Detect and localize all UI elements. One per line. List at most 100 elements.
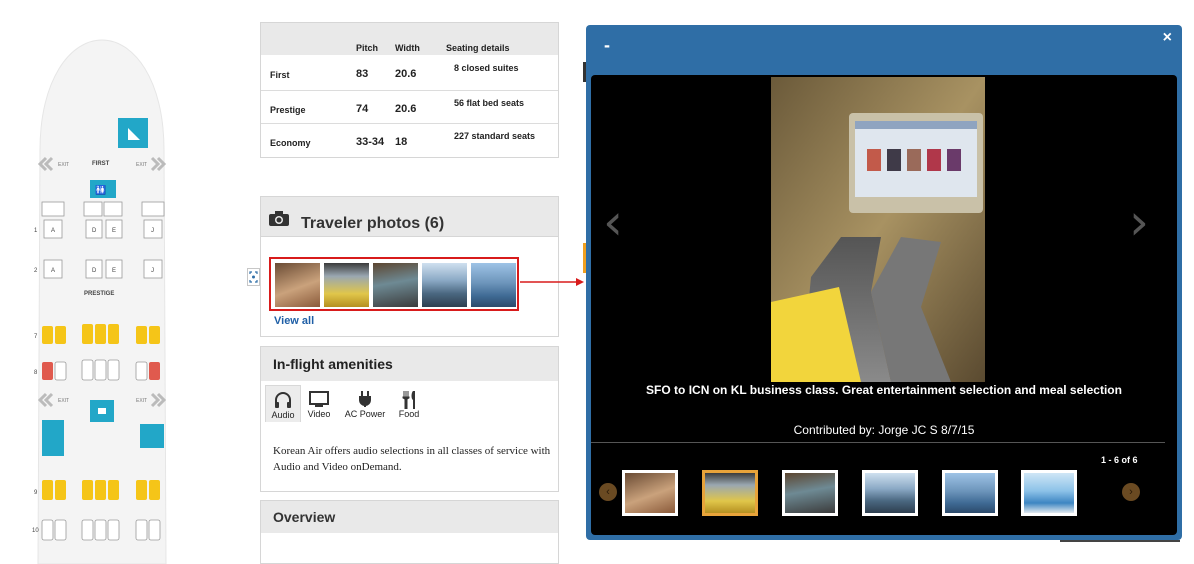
row-number-8: 8 bbox=[34, 370, 38, 376]
tab-audio[interactable]: Audio bbox=[265, 385, 301, 422]
restroom-icon-right bbox=[140, 424, 164, 448]
width-value: 18 bbox=[395, 136, 408, 148]
lightbox-content: ‹ › SFO to ICN on KL business class. Gre… bbox=[591, 75, 1177, 535]
traveler-photos-header: Traveler photos (6) bbox=[261, 197, 558, 237]
photo-thumbnail[interactable] bbox=[422, 263, 467, 307]
tab-label: Audio bbox=[271, 410, 295, 420]
cutlery-icon bbox=[391, 385, 427, 410]
header-pitch: Pitch bbox=[356, 43, 379, 53]
overview-panel: Overview bbox=[260, 500, 559, 564]
table-row: First 83 20.6 8 closed suites bbox=[261, 56, 558, 90]
row-number-9: 9 bbox=[34, 490, 38, 496]
highlight-arrow bbox=[520, 278, 584, 286]
traveler-photos-title: Traveler photos (6) bbox=[301, 215, 445, 232]
photo-counter: 1 - 6 of 6 bbox=[1101, 455, 1138, 465]
headphones-icon bbox=[266, 386, 300, 410]
svg-text:E: E bbox=[112, 228, 116, 234]
filmstrip-thumbnail[interactable] bbox=[942, 470, 998, 516]
restroom-icon-left bbox=[42, 420, 64, 456]
header-details: Seating details bbox=[446, 43, 510, 53]
table-row: Prestige 74 20.6 56 flat bed seats bbox=[261, 90, 558, 124]
tab-video[interactable]: Video bbox=[301, 385, 337, 422]
main-photo bbox=[771, 77, 985, 382]
photo-thumbnail[interactable] bbox=[373, 263, 418, 307]
svg-text:🚻: 🚻 bbox=[95, 184, 106, 196]
svg-text:A: A bbox=[51, 268, 55, 274]
plug-icon bbox=[341, 385, 389, 409]
expand-icon[interactable] bbox=[247, 268, 260, 286]
photo-contributor: Contributed by: Jorge JC S 8/7/15 bbox=[793, 423, 975, 437]
svg-text:E: E bbox=[112, 268, 116, 274]
filmstrip-thumbnail[interactable] bbox=[622, 470, 678, 516]
photo-thumbnail-strip bbox=[269, 257, 519, 311]
amenities-title: In-flight amenities bbox=[273, 356, 393, 372]
inflight-amenities-panel: In-flight amenities Audio Video AC Power… bbox=[260, 346, 559, 492]
details-value: 8 closed suites bbox=[454, 63, 519, 73]
photo-thumbnail[interactable] bbox=[471, 263, 516, 307]
class-name: Prestige bbox=[270, 105, 306, 115]
pitch-value: 33-34 bbox=[356, 136, 385, 148]
overview-header: Overview bbox=[261, 501, 558, 533]
prestige-row-9 bbox=[42, 480, 160, 500]
filmstrip-next-button[interactable]: › bbox=[1122, 483, 1140, 501]
svg-text:J: J bbox=[151, 268, 154, 274]
filmstrip-thumbnail[interactable] bbox=[782, 470, 838, 516]
next-photo-button[interactable]: › bbox=[1129, 193, 1149, 251]
filmstrip-thumbnail[interactable] bbox=[862, 470, 918, 516]
amenity-description: Korean Air offers audio selections in al… bbox=[273, 445, 551, 473]
prestige-class-label: PRESTIGE bbox=[84, 291, 114, 297]
tab-food[interactable]: Food bbox=[391, 385, 427, 422]
filmstrip-thumbnail-selected[interactable] bbox=[702, 470, 758, 516]
svg-text:J: J bbox=[151, 228, 154, 234]
tab-label: Food bbox=[398, 409, 420, 419]
tab-label: AC Power bbox=[344, 409, 386, 419]
photo-lightbox: - × ‹ › SFO to ICN on KL business class.… bbox=[586, 25, 1182, 540]
amenities-header: In-flight amenities bbox=[261, 347, 558, 381]
prestige-row-8 bbox=[42, 359, 160, 381]
details-value: 56 flat bed seats bbox=[454, 98, 525, 108]
width-value: 20.6 bbox=[395, 68, 417, 80]
svg-text:EXIT: EXIT bbox=[136, 398, 147, 404]
row-number-1: 1 bbox=[34, 228, 38, 234]
first-class-label: FIRST bbox=[92, 161, 110, 167]
row-number-10: 10 bbox=[32, 528, 39, 534]
svg-text:A: A bbox=[51, 228, 55, 234]
lightbox-divider bbox=[591, 442, 1165, 443]
tab-label: Video bbox=[307, 409, 331, 419]
previous-photo-button[interactable]: ‹ bbox=[603, 193, 623, 251]
seat-map: EXIT EXIT FIRST 🚻 1 2 A D E J A D E J PR… bbox=[0, 0, 200, 564]
class-name: First bbox=[270, 70, 290, 80]
table-row: Economy 33-34 18 227 standard seats bbox=[261, 123, 558, 157]
view-all-link[interactable]: View all bbox=[274, 315, 314, 327]
minimize-button[interactable]: - bbox=[604, 35, 610, 56]
filmstrip-prev-button[interactable]: ‹ bbox=[599, 483, 617, 501]
traveler-photos-panel: Traveler photos (6) View all bbox=[260, 196, 559, 337]
exit-label-left: EXIT bbox=[58, 162, 69, 168]
photo-thumbnail[interactable] bbox=[275, 263, 320, 307]
class-name: Economy bbox=[270, 138, 311, 148]
overview-title: Overview bbox=[273, 509, 336, 525]
svg-text:D: D bbox=[92, 228, 97, 234]
prestige-row-10 bbox=[41, 519, 161, 541]
background-page-fragment bbox=[1060, 540, 1180, 542]
row-number-2: 2 bbox=[34, 268, 38, 274]
exit-label-right: EXIT bbox=[136, 162, 147, 168]
table-header: Pitch Width Seating details bbox=[261, 23, 558, 55]
width-value: 20.6 bbox=[395, 103, 417, 115]
details-value: 227 standard seats bbox=[454, 131, 536, 141]
row-number-7: 7 bbox=[34, 334, 38, 340]
pitch-value: 74 bbox=[356, 103, 369, 115]
svg-text:EXIT: EXIT bbox=[58, 398, 69, 404]
svg-text:D: D bbox=[92, 268, 97, 274]
tab-ac-power[interactable]: AC Power bbox=[341, 385, 389, 422]
photo-thumbnail[interactable] bbox=[324, 263, 369, 307]
header-width: Width bbox=[395, 43, 420, 53]
seating-details-table: Pitch Width Seating details First 83 20.… bbox=[260, 22, 559, 158]
camera-icon bbox=[269, 211, 289, 231]
photo-caption: SFO to ICN on KL business class. Great e… bbox=[646, 383, 1122, 397]
filmstrip-thumbnail[interactable] bbox=[1021, 470, 1077, 516]
monitor-icon bbox=[301, 385, 337, 409]
prestige-row-7 bbox=[42, 324, 160, 344]
pitch-value: 83 bbox=[356, 68, 369, 80]
close-button[interactable]: × bbox=[1163, 29, 1172, 47]
